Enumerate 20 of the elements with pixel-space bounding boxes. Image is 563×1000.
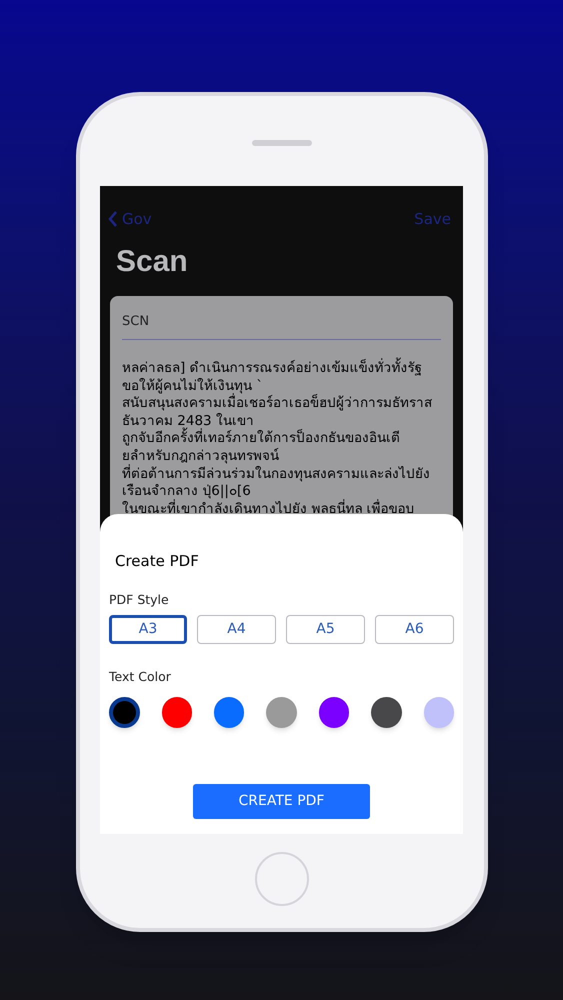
color-swatch[interactable] xyxy=(424,697,454,728)
color-swatch[interactable] xyxy=(162,697,192,728)
page-size-option[interactable]: A4 xyxy=(197,615,276,644)
page-size-option[interactable]: A3 xyxy=(109,615,188,644)
sheet-title: Create PDF xyxy=(115,551,200,572)
color-swatch[interactable] xyxy=(109,697,140,728)
scanned-text: หลค่าลธล] ดำเนินการรณรงค์อย่างเข้มแข็งทั่วทั้งรัฐ ขอให้ผู้คนไม่ให้เงินทุน ` สนับสนุนสงครามเมื่อเชอร์อาเธอข็ฮปผู้ว่าการมธัทราส ธันวาคม 2483 ในเขา ถูกจับอีกครั้งที่เทอร์ภายใต้การป็องกธันของอินเตี ยลำหรับกฎกล่าวลุนทรพจน์ ที่ต่อต้านการมีล่วนร่วมในกองทุนสงครามและล่งไปยัง เรือนจำกลาง ปุ่6||๐[6 ในขณะที่เขากำลังเดินทางไปยัง พลธนี่ทล เพื่อขอบ xyxy=(122,360,441,518)
create-pdf-button[interactable]: CREATE PDF xyxy=(193,784,370,819)
speaker-slot xyxy=(252,140,312,146)
chevron-left-icon xyxy=(108,210,118,228)
color-swatch[interactable] xyxy=(266,697,297,728)
page-size-option[interactable]: A6 xyxy=(375,615,454,644)
page-size-option[interactable]: A5 xyxy=(286,615,366,644)
color-label: Text Color xyxy=(109,668,172,686)
style-label: PDF Style xyxy=(109,590,170,609)
name-field[interactable]: SCN xyxy=(122,312,441,340)
page-title: Scan xyxy=(115,244,189,280)
color-swatch[interactable] xyxy=(371,697,402,728)
color-swatch[interactable] xyxy=(318,697,350,728)
color-swatch[interactable] xyxy=(214,697,244,728)
